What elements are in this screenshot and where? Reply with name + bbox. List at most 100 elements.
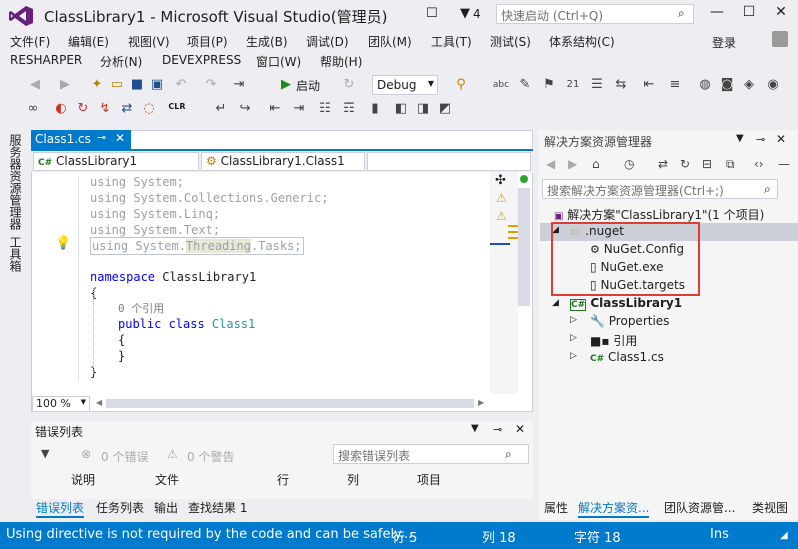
se-sync-icon[interactable]: ⇄ xyxy=(658,157,668,171)
tab-class-view[interactable]: 类视图 xyxy=(752,499,788,516)
error-count[interactable]: 0 个错误 xyxy=(101,448,148,465)
message-icon[interactable]: ◙ xyxy=(718,76,736,94)
start-label[interactable]: 启动 xyxy=(296,77,320,94)
comment-icon[interactable]: ✎ xyxy=(516,76,534,94)
tab-class1-cs[interactable]: Class1.cs ⊸ ✕ xyxy=(31,130,131,149)
panel-close-icon[interactable]: ✕ xyxy=(515,422,525,436)
menu-team[interactable]: 团队(M) xyxy=(368,33,412,50)
step-icon[interactable]: ↵ xyxy=(212,100,230,118)
save-icon[interactable]: ■ xyxy=(128,76,146,94)
warning-marker-icon-2[interactable]: ⚠ xyxy=(496,209,507,223)
tab-team-explorer[interactable]: 团队资源管... xyxy=(664,499,735,516)
align-right-icon[interactable]: ⇥ xyxy=(290,100,308,118)
config-select[interactable]: Debug ▼ xyxy=(372,75,438,95)
toolbox-tab[interactable]: 工具箱 xyxy=(7,236,24,272)
se-view-code-icon[interactable]: ‹› xyxy=(754,157,764,171)
se-home-icon[interactable]: ⌂ xyxy=(592,157,600,171)
se-back-icon[interactable]: ◀ xyxy=(546,157,555,171)
diff-icon[interactable]: ⇆ xyxy=(612,76,630,94)
tree-solution[interactable]: ▣ 解决方案"ClassLibrary1"(1 个项目) xyxy=(554,206,764,223)
number-icon[interactable]: 21 xyxy=(564,76,582,94)
list-icon[interactable]: ☰ xyxy=(588,76,606,94)
tab-properties[interactable]: 属性 xyxy=(544,499,568,516)
panel-menu-icon[interactable]: ▼ xyxy=(471,423,479,434)
se-search-input[interactable]: 搜索解决方案资源管理器(Ctrl+;) xyxy=(542,179,778,199)
menu-file[interactable]: 文件(F) xyxy=(10,33,50,50)
clr-icon[interactable]: CLR xyxy=(168,98,186,116)
resharper-map-icon[interactable]: ⇄ xyxy=(118,100,136,118)
open-folder-icon[interactable]: ▭ xyxy=(108,76,126,94)
login-link[interactable]: 登录 xyxy=(712,34,736,51)
expand-project-icon[interactable]: ◢ xyxy=(552,298,559,308)
expand-class-icon[interactable]: ▷ xyxy=(570,351,577,361)
se-close-icon[interactable]: ✕ xyxy=(776,132,786,146)
spellcheck-icon[interactable]: abc xyxy=(492,76,510,94)
tab-close-icon[interactable]: ✕ xyxy=(115,131,125,145)
new-project-icon[interactable]: ✦ xyxy=(88,76,106,94)
redo-icon[interactable]: ↷ xyxy=(202,76,220,94)
se-refresh-icon[interactable]: ↻ xyxy=(680,157,690,171)
chat-icon[interactable]: ◍ xyxy=(696,76,714,94)
menu-window[interactable]: 窗口(W) xyxy=(256,53,301,70)
error-search-input[interactable]: 搜索错误列表 xyxy=(333,444,529,464)
step-over-icon[interactable]: ↪ xyxy=(236,100,254,118)
menu-build[interactable]: 生成(B) xyxy=(246,33,288,50)
resharper-cycle-icon[interactable]: ↻ xyxy=(74,100,92,118)
horizontal-scrollbar[interactable] xyxy=(106,399,474,408)
quick-launch-input[interactable]: 快速启动 (Ctrl+Q) xyxy=(496,4,694,24)
undo-icon[interactable]: ↶ xyxy=(172,76,190,94)
pin-icon[interactable]: ⊸ xyxy=(97,131,106,144)
panel-pin-icon[interactable]: ⊸ xyxy=(493,423,502,436)
resize-grip-icon[interactable]: ◢ xyxy=(780,530,788,541)
menu-debug[interactable]: 调试(D) xyxy=(306,33,349,50)
refresh-icon[interactable]: ↻ xyxy=(340,76,358,94)
menu-view[interactable]: 视图(V) xyxy=(128,33,170,50)
se-history-icon[interactable]: ◷ xyxy=(624,157,634,171)
menu-help[interactable]: 帮助(H) xyxy=(320,53,362,70)
scroll-right-icon[interactable]: ▶ xyxy=(478,398,484,407)
se-show-all-icon[interactable]: ⧉ xyxy=(726,157,735,172)
tree-project[interactable]: C# ClassLibrary1 xyxy=(570,296,682,311)
settings-icon[interactable]: ◈ xyxy=(740,76,758,94)
col-description[interactable]: 说明 xyxy=(71,471,95,488)
tab-find-results[interactable]: 查找结果 1 xyxy=(188,499,247,516)
tree-properties[interactable]: 🔧 Properties xyxy=(590,314,669,328)
se-forward-icon[interactable]: ▶ xyxy=(568,157,577,171)
col-file[interactable]: 文件 xyxy=(155,471,179,488)
format-icon[interactable]: ☷ xyxy=(316,100,334,118)
menu-test[interactable]: 测试(S) xyxy=(490,33,531,50)
maximize-button[interactable]: ☐ xyxy=(736,4,762,24)
menu-project[interactable]: 项目(P) xyxy=(187,33,228,50)
resharper-run-icon[interactable]: ◐ xyxy=(52,100,70,118)
col-project[interactable]: 项目 xyxy=(417,471,441,488)
se-pin-icon[interactable]: ⊸ xyxy=(756,133,765,146)
bookmark-icon[interactable]: ⚑ xyxy=(540,76,558,94)
se-collapse-icon[interactable]: ⊟ xyxy=(702,157,712,171)
menu-analyze[interactable]: 分析(N) xyxy=(100,53,142,70)
zoom-select[interactable]: 100 % ▼ xyxy=(32,396,90,412)
tree-class1[interactable]: C# Class1.cs xyxy=(590,350,664,364)
se-properties-icon[interactable]: — xyxy=(778,157,790,171)
indent-icon[interactable]: ⇤ xyxy=(640,76,658,94)
nav-project-select[interactable]: C# ClassLibrary1 xyxy=(33,152,199,171)
feedback-icon[interactable]: ☐ xyxy=(426,6,438,21)
info-icon[interactable]: ◉ xyxy=(764,76,782,94)
expand-references-icon[interactable]: ▷ xyxy=(570,333,577,343)
scroll-left-icon[interactable]: ◀ xyxy=(96,398,102,407)
glasses-icon[interactable]: ∞ xyxy=(24,100,42,118)
next-bookmark-icon[interactable]: ◨ xyxy=(414,100,432,118)
tab-task-list[interactable]: 任务列表 xyxy=(96,499,144,516)
expand-properties-icon[interactable]: ▷ xyxy=(570,315,577,325)
col-line[interactable]: 行 xyxy=(277,471,289,488)
notifications-icon[interactable]: ▼ xyxy=(460,6,470,21)
menu-edit[interactable]: 编辑(E) xyxy=(68,33,109,50)
tree-references[interactable]: ■▪ 引用 xyxy=(590,332,637,349)
clear-bookmark-icon[interactable]: ◩ xyxy=(436,100,454,118)
warning-icon[interactable]: ⚠ xyxy=(167,447,178,461)
warning-marker-icon[interactable]: ⚠ xyxy=(496,191,507,205)
menu-resharper[interactable]: RESHARPER xyxy=(10,53,82,67)
tab-output[interactable]: 输出 xyxy=(154,499,178,516)
menu-tools[interactable]: 工具(T) xyxy=(431,33,472,50)
tab-error-list[interactable]: 错误列表 xyxy=(36,499,85,518)
prev-bookmark-icon[interactable]: ◧ xyxy=(392,100,410,118)
